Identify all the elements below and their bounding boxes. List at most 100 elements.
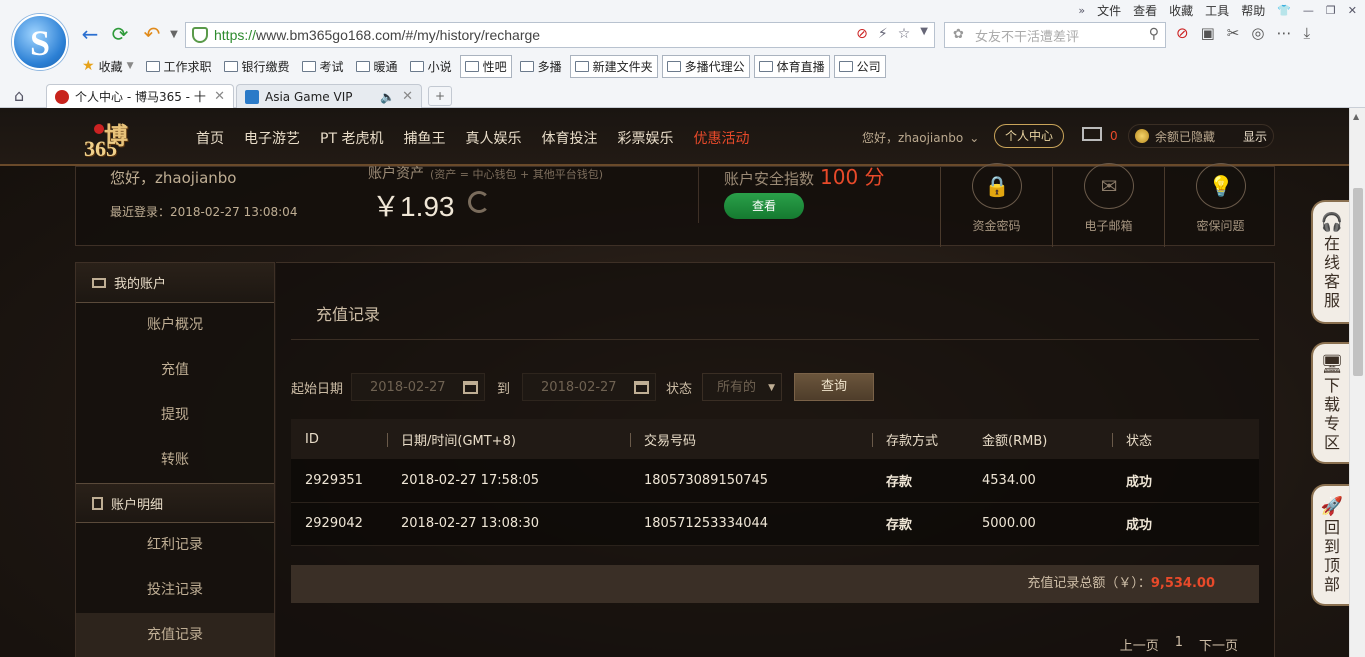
site-logo[interactable]: 博 365 xyxy=(80,116,170,162)
browser-logo-icon[interactable]: S xyxy=(12,14,68,70)
cell-datetime: 2018-02-27 17:58:05 xyxy=(387,459,630,503)
user-greeting[interactable]: 您好，zhaojianbo ⌄ xyxy=(862,129,979,146)
address-dropdown-icon[interactable]: ▼ xyxy=(920,26,928,42)
bookmark-favorites[interactable]: ★ 收藏 ▼ xyxy=(78,56,138,77)
back-to-top-widget[interactable]: 🚀 回到顶部 xyxy=(1311,484,1349,606)
block-icon[interactable]: ⊘ xyxy=(856,26,868,42)
bookmark-folder[interactable]: 小说 xyxy=(406,56,456,77)
status-label: 状态 xyxy=(666,381,693,397)
end-date-input[interactable]: 2018-02-27 xyxy=(522,373,657,401)
undo-dropdown-icon[interactable]: ▼ xyxy=(162,22,186,46)
scroll-up-icon[interactable]: ▲ xyxy=(1353,112,1359,121)
more-icon[interactable]: ⋯ xyxy=(1276,24,1291,42)
scissors-icon[interactable]: ✂ xyxy=(1227,24,1240,42)
lightning-icon[interactable]: ⚡ xyxy=(878,26,888,42)
personal-center-button[interactable]: 个人中心 xyxy=(994,124,1064,148)
sidebar-item-deposit[interactable]: 充值 xyxy=(76,348,274,393)
page-number[interactable]: 1 xyxy=(1175,635,1183,654)
security-question-tile[interactable]: 💡 密保问题 xyxy=(1164,163,1276,247)
nav-promotions[interactable]: 优惠活动 xyxy=(693,128,749,148)
bookmark-folder[interactable]: 工作求职 xyxy=(142,56,216,77)
address-bar[interactable]: https://www.bm365go168.com/#/my/history/… xyxy=(185,22,935,48)
search-icon[interactable]: ⚲ xyxy=(1149,26,1159,42)
email-tile[interactable]: ✉ 电子邮箱 xyxy=(1052,163,1164,247)
nav-fishing[interactable]: 捕鱼王 xyxy=(403,128,445,148)
sidebar-item-transfer[interactable]: 转账 xyxy=(76,438,274,483)
speaker-icon[interactable]: 🔈 xyxy=(380,90,395,104)
start-date-label: 起始日期 xyxy=(291,381,344,397)
nav-egames[interactable]: 电子游艺 xyxy=(244,128,300,148)
skin-icon[interactable]: 👕 xyxy=(1277,4,1291,17)
bookmark-folder[interactable]: 银行缴费 xyxy=(220,56,294,77)
minimize-icon[interactable]: — xyxy=(1303,4,1314,17)
close-tab-icon[interactable]: ✕ xyxy=(402,89,413,104)
prev-page-link[interactable]: 上一页 xyxy=(1120,635,1159,654)
star-icon[interactable]: ☆ xyxy=(898,26,911,42)
sidebar-item-deposit-records[interactable]: 充值记录 xyxy=(76,613,274,657)
filter-bar: 起始日期 2018-02-27 到 2018-02-27 状态 所有的 ▼ 查询 xyxy=(291,373,875,401)
adblock-icon[interactable]: ⊘ xyxy=(1176,24,1189,42)
menu-tools[interactable]: 工具 xyxy=(1205,2,1229,19)
clipboard-icon[interactable]: ▣ xyxy=(1201,24,1215,42)
tab-personal-center[interactable]: 个人中心 - 博马365 - 十 ✕ xyxy=(46,84,234,108)
close-tab-icon[interactable]: ✕ xyxy=(214,89,225,104)
refresh-balance-icon[interactable] xyxy=(468,191,490,213)
menu-help[interactable]: 帮助 xyxy=(1241,2,1265,19)
tab-strip: ⌂ 个人中心 - 博马365 - 十 ✕ Asia Game VIP 🔈 ✕ + xyxy=(0,82,1365,108)
scrollbar-thumb[interactable] xyxy=(1353,188,1363,376)
online-service-widget[interactable]: 🎧 在线客服 xyxy=(1311,200,1349,324)
calendar-icon[interactable] xyxy=(634,381,650,394)
sidebar-item-bonus-records[interactable]: 红利记录 xyxy=(76,523,274,568)
view-button[interactable]: 查看 xyxy=(724,193,804,219)
bookmark-folder[interactable]: 新建文件夹 xyxy=(569,54,658,78)
cell-method: 存款 xyxy=(872,502,968,546)
lightbulb-icon: 💡 xyxy=(1196,163,1246,209)
tab-asia-game[interactable]: Asia Game VIP 🔈 ✕ xyxy=(236,84,422,108)
menu-file[interactable]: 文件 xyxy=(1097,2,1121,19)
mail-icon[interactable] xyxy=(1082,127,1102,141)
address-bar-icons: ⊘ ⚡ ☆ ▼ xyxy=(856,26,928,42)
home-icon[interactable]: ⌂ xyxy=(14,86,24,105)
bookmark-folder[interactable]: 性吧 xyxy=(459,54,512,78)
download-widget[interactable]: 🖥 下载专区 xyxy=(1311,342,1349,464)
bookmark-folder[interactable]: 体育直播 xyxy=(753,54,830,78)
start-date-input[interactable]: 2018-02-27 xyxy=(351,373,486,401)
nav-live-casino[interactable]: 真人娱乐 xyxy=(465,128,521,148)
bookmark-folder[interactable]: 暖通 xyxy=(352,56,402,77)
bookmark-folder[interactable]: 多播代理公 xyxy=(661,54,750,78)
menu-view[interactable]: 查看 xyxy=(1133,2,1157,19)
back-arrow-icon[interactable]: ← xyxy=(78,22,102,46)
balance-pill: 余额已隐藏 显示 xyxy=(1128,124,1274,148)
restore-icon[interactable]: ❐ xyxy=(1326,4,1336,17)
show-balance-link[interactable]: 显示 xyxy=(1243,128,1267,145)
bookmark-folder[interactable]: 考试 xyxy=(298,56,348,77)
fund-password-tile[interactable]: 🔒 资金密码 xyxy=(940,163,1052,247)
nav-lottery[interactable]: 彩票娱乐 xyxy=(617,128,673,148)
calendar-icon[interactable] xyxy=(463,381,479,394)
sidebar-item-bet-records[interactable]: 投注记录 xyxy=(76,568,274,613)
nav-pt-slots[interactable]: PT 老虎机 xyxy=(320,128,383,148)
site-header: 博 365 首页 电子游艺 PT 老虎机 捕鱼王 真人娱乐 体育投注 彩票娱乐 … xyxy=(0,108,1349,166)
close-window-icon[interactable]: ✕ xyxy=(1348,4,1357,17)
status-select[interactable]: 所有的 ▼ xyxy=(702,373,783,401)
sidebar-item-withdraw[interactable]: 提现 xyxy=(76,393,274,438)
screenshot-icon[interactable]: ◎ xyxy=(1251,24,1264,42)
browser-chrome: S » 文件 查看 收藏 工具 帮助 👕 — ❐ ✕ ← ⟳ ↶ ▼ https… xyxy=(0,0,1365,108)
nav-home[interactable]: 首页 xyxy=(196,128,224,148)
address-url[interactable]: https://www.bm365go168.com/#/my/history/… xyxy=(214,27,540,43)
nav-sports[interactable]: 体育投注 xyxy=(541,128,597,148)
bookmark-folder[interactable]: 公司 xyxy=(833,54,886,78)
query-button[interactable]: 查询 xyxy=(794,373,875,401)
page-scrollbar[interactable]: ▲ xyxy=(1349,108,1365,657)
star-icon: ★ xyxy=(82,58,95,74)
bookmark-folder[interactable]: 多播 xyxy=(516,56,566,77)
next-page-link[interactable]: 下一页 xyxy=(1199,635,1238,654)
sidebar-item-overview[interactable]: 账户概况 xyxy=(76,303,274,348)
new-tab-button[interactable]: + xyxy=(428,86,452,106)
undo-icon[interactable]: ↶ xyxy=(140,22,164,46)
download-icon[interactable]: ⤓ xyxy=(1303,24,1310,42)
menu-favorites[interactable]: 收藏 xyxy=(1169,2,1193,19)
refresh-icon[interactable]: ⟳ xyxy=(108,22,132,46)
more-chevron-icon[interactable]: » xyxy=(1078,4,1085,17)
search-input[interactable]: ✿ 女友不干活遭差评 ⚲ xyxy=(944,22,1166,48)
